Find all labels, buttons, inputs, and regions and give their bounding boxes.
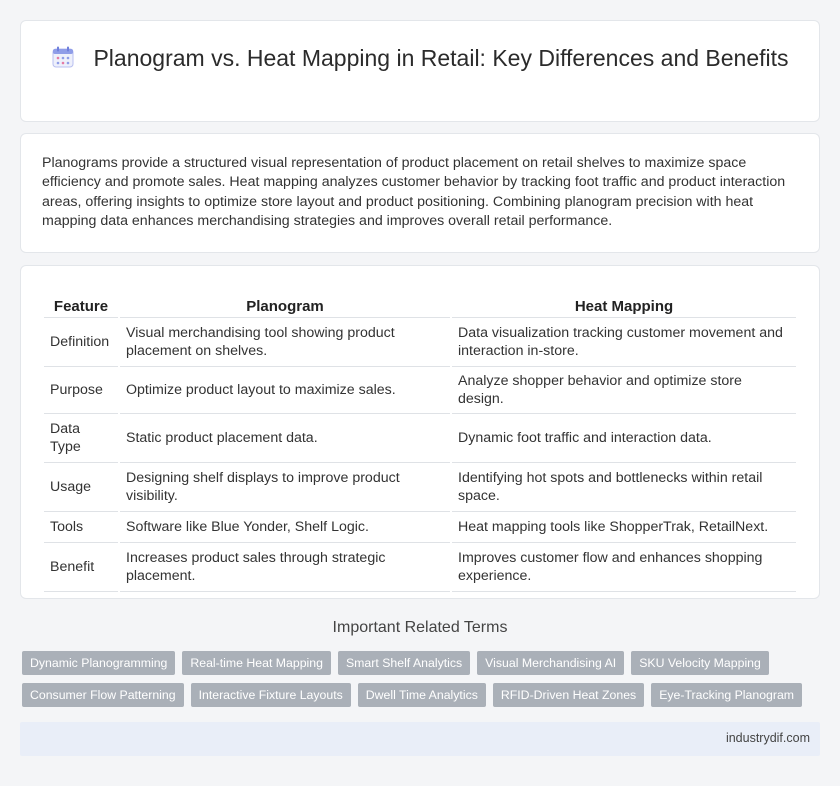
tag-row: Dynamic Planogramming Real-time Heat Map…: [22, 651, 822, 675]
planogram-cell: Optimize product layout to maximize sale…: [120, 367, 450, 414]
tag-dwell-time-analytics[interactable]: Dwell Time Analytics: [357, 683, 486, 707]
planogram-cell: Static product placement data.: [120, 414, 450, 463]
intro-card: Planograms provide a structured visual r…: [20, 133, 820, 253]
heat-mapping-cell: Identifying hot spots and bottlenecks wi…: [452, 463, 796, 512]
title-card: Planogram vs. Heat Mapping in Retail: Ke…: [20, 20, 820, 122]
calendar-icon: [52, 46, 74, 68]
heat-mapping-cell: Dynamic foot traffic and interaction dat…: [452, 414, 796, 463]
header-feature: Feature: [44, 296, 118, 318]
title-text: Planogram vs. Heat Mapping in Retail: Ke…: [93, 45, 789, 71]
heat-mapping-cell: Improves customer flow and enhances shop…: [452, 543, 796, 592]
heat-mapping-cell: Heat mapping tools like ShopperTrak, Ret…: [452, 512, 796, 543]
intro-paragraph: Planograms provide a structured visual r…: [42, 155, 786, 230]
table-row: Definition Visual merchandising tool sho…: [44, 318, 796, 367]
header-planogram: Planogram: [120, 296, 450, 318]
comparison-card: Feature Planogram Heat Mapping Definitio…: [20, 265, 820, 599]
table-row: Tools Software like Blue Yonder, Shelf L…: [44, 512, 796, 543]
page-title: Planogram vs. Heat Mapping in Retail: Ke…: [21, 43, 819, 73]
planogram-cell: Software like Blue Yonder, Shelf Logic.: [120, 512, 450, 543]
table-header-row: Feature Planogram Heat Mapping: [44, 296, 796, 318]
table-row: Benefit Increases product sales through …: [44, 543, 796, 592]
tag-smart-shelf-analytics[interactable]: Smart Shelf Analytics: [337, 651, 471, 675]
table-row: Usage Designing shelf displays to improv…: [44, 463, 796, 512]
table-row: Data Type Static product placement data.…: [44, 414, 796, 463]
tag-interactive-fixture-layouts[interactable]: Interactive Fixture Layouts: [190, 683, 351, 707]
comparison-table: Feature Planogram Heat Mapping Definitio…: [42, 296, 798, 592]
heat-mapping-cell: Analyze shopper behavior and optimize st…: [452, 367, 796, 414]
footer: industrydif.com: [20, 722, 820, 756]
header-heat-mapping: Heat Mapping: [452, 296, 796, 318]
table-row: Purpose Optimize product layout to maxim…: [44, 367, 796, 414]
feature-cell: Benefit: [44, 543, 118, 592]
tag-dynamic-planogramming[interactable]: Dynamic Planogramming: [22, 651, 176, 675]
planogram-cell: Increases product sales through strategi…: [120, 543, 450, 592]
planogram-cell: Designing shelf displays to improve prod…: [120, 463, 450, 512]
feature-cell: Purpose: [44, 367, 118, 414]
related-terms-tags: Dynamic Planogramming Real-time Heat Map…: [22, 651, 822, 715]
tag-row: Consumer Flow Patterning Interactive Fix…: [22, 683, 822, 707]
tag-consumer-flow-patterning[interactable]: Consumer Flow Patterning: [22, 683, 184, 707]
heat-mapping-cell: Data visualization tracking customer mov…: [452, 318, 796, 367]
feature-cell: Usage: [44, 463, 118, 512]
tag-real-time-heat-mapping[interactable]: Real-time Heat Mapping: [182, 651, 331, 675]
feature-cell: Data Type: [44, 414, 118, 463]
tag-visual-merchandising-ai[interactable]: Visual Merchandising AI: [477, 651, 625, 675]
feature-cell: Tools: [44, 512, 118, 543]
planogram-cell: Visual merchandising tool showing produc…: [120, 318, 450, 367]
tag-rfid-driven-heat-zones[interactable]: RFID-Driven Heat Zones: [492, 683, 645, 707]
tag-eye-tracking-planogram[interactable]: Eye-Tracking Planogram: [651, 683, 803, 707]
footer-site-link[interactable]: industrydif.com: [726, 731, 810, 745]
feature-cell: Definition: [44, 318, 118, 367]
related-terms-title: Important Related Terms: [332, 619, 508, 636]
tag-sku-velocity-mapping[interactable]: SKU Velocity Mapping: [631, 651, 769, 675]
